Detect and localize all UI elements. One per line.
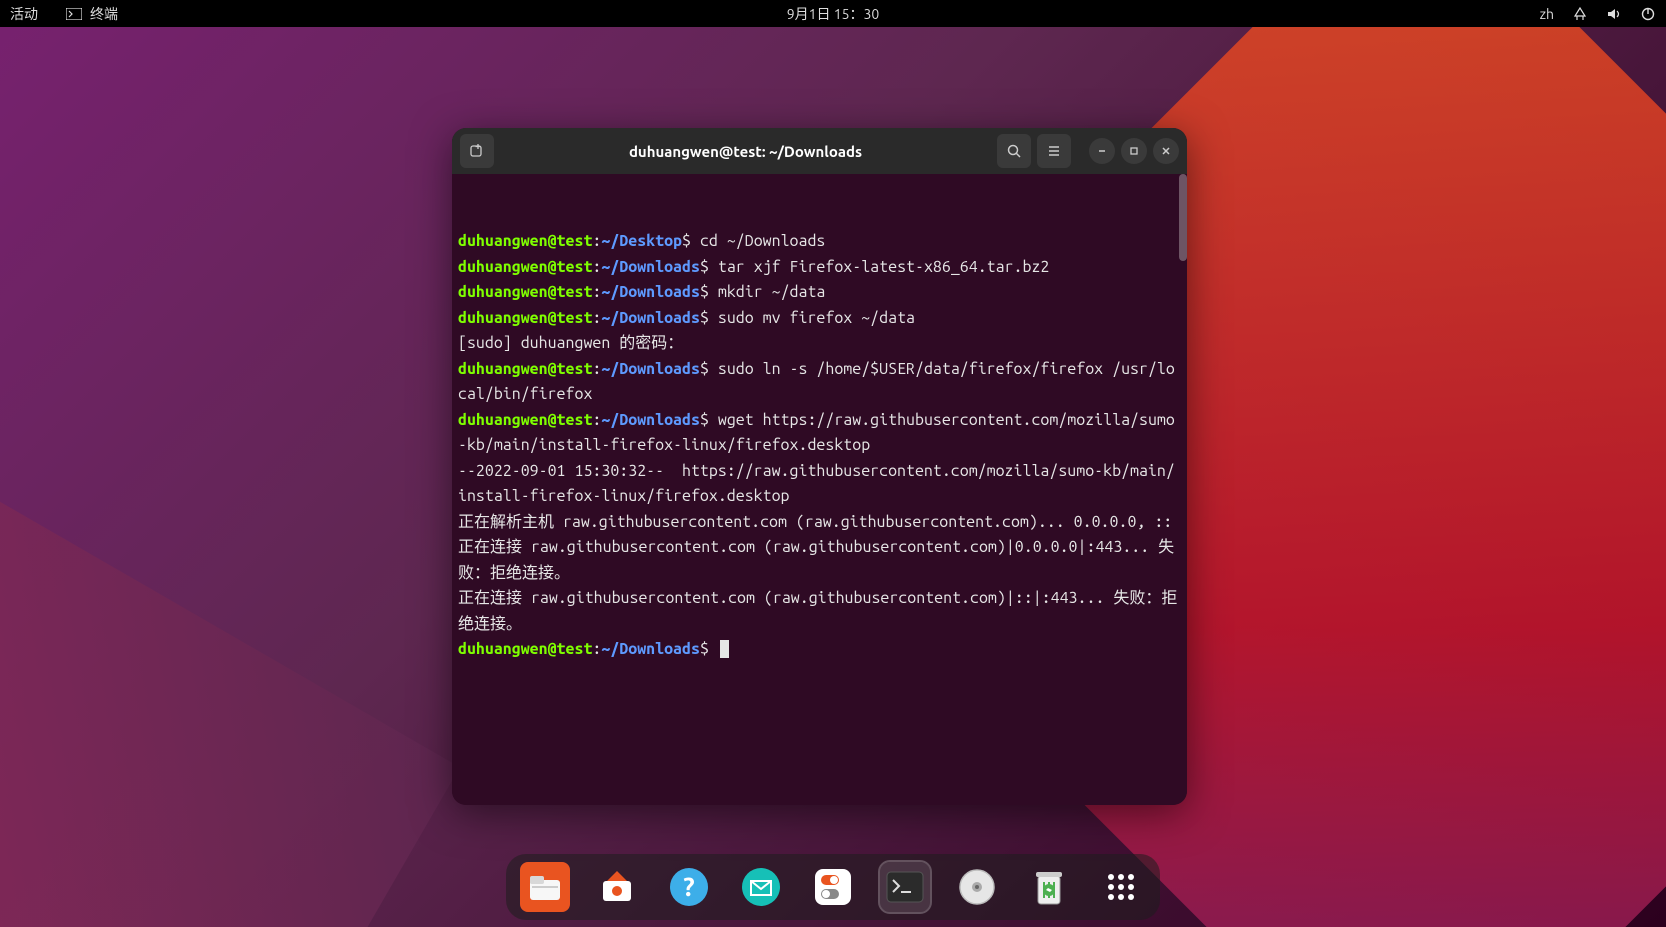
dock: ? <box>506 854 1160 920</box>
dock-settings[interactable] <box>808 862 858 912</box>
command-text: mkdir ~/data <box>709 283 825 301</box>
minimize-button[interactable] <box>1089 138 1115 164</box>
dock-files[interactable] <box>520 862 570 912</box>
dock-disk[interactable] <box>952 862 1002 912</box>
window-title: duhuangwen@test: ~/Downloads <box>500 143 991 160</box>
power-icon[interactable] <box>1640 6 1656 22</box>
command-text: cd ~/Downloads <box>691 232 825 250</box>
terminal-output: 正在解析主机 raw.githubusercontent.com (raw.gi… <box>458 513 1172 531</box>
maximize-button[interactable] <box>1121 138 1147 164</box>
terminal-output: 正在连接 raw.githubusercontent.com (raw.gith… <box>458 589 1177 633</box>
top-bar: 活动 终端 9月1日 15：30 zh <box>0 0 1666 27</box>
terminal-content[interactable]: duhuangwen@test:~/Desktop$ cd ~/Download… <box>452 174 1187 805</box>
close-button[interactable] <box>1153 138 1179 164</box>
command-text: tar xjf Firefox-latest-x86_64.tar.bz2 <box>709 258 1049 276</box>
command-text: sudo mv firefox ~/data <box>709 309 915 327</box>
terminal-output: 正在连接 raw.githubusercontent.com (raw.gith… <box>458 538 1174 582</box>
clock[interactable]: 9月1日 15：30 <box>787 4 880 24</box>
terminal-output: --2022-09-01 15:30:32-- https://raw.gith… <box>458 462 1175 506</box>
terminal-output: [sudo] duhuangwen 的密码： <box>458 334 683 352</box>
scrollbar[interactable] <box>1179 174 1187 261</box>
network-icon[interactable] <box>1572 6 1588 22</box>
dock-trash[interactable] <box>1024 862 1074 912</box>
window-titlebar[interactable]: duhuangwen@test: ~/Downloads <box>452 128 1187 174</box>
volume-icon[interactable] <box>1606 6 1622 22</box>
svg-text:?: ? <box>683 872 694 901</box>
terminal-cursor <box>720 640 729 658</box>
dock-help[interactable]: ? <box>664 862 714 912</box>
active-app-indicator[interactable]: 终端 <box>66 4 118 24</box>
dock-software[interactable] <box>592 862 642 912</box>
input-method-indicator[interactable]: zh <box>1540 6 1554 22</box>
dock-terminal[interactable] <box>880 862 930 912</box>
dock-show-apps[interactable] <box>1096 862 1146 912</box>
search-button[interactable] <box>997 134 1031 168</box>
dock-email[interactable] <box>736 862 786 912</box>
activities-button[interactable]: 活动 <box>10 4 38 24</box>
new-tab-button[interactable] <box>460 134 494 168</box>
hamburger-menu-button[interactable] <box>1037 134 1071 168</box>
terminal-window: duhuangwen@test: ~/Downloads duhuangwen@… <box>452 128 1187 805</box>
terminal-icon <box>66 6 82 22</box>
active-app-name: 终端 <box>90 4 118 24</box>
